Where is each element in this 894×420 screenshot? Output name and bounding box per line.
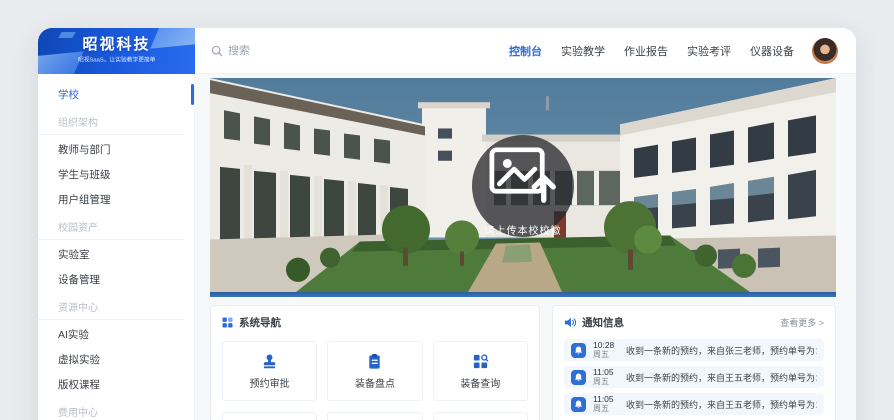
view-more-link[interactable]: 查看更多 >	[780, 316, 824, 329]
tab-instrument-equipment[interactable]: 仪器设备	[750, 43, 794, 59]
tab-experiment-review[interactable]: 实验考评	[687, 43, 731, 59]
nav-card-row-2	[222, 412, 528, 420]
logo-tagline: 昭视SaaS，让实验教学更简单	[78, 56, 155, 64]
upload-image-icon	[472, 135, 574, 215]
sidebar-item-user-groups[interactable]: 用户组管理	[38, 187, 194, 212]
sidebar-section-campus-assets: 校园资产	[38, 219, 184, 240]
sidebar-item-licensed-courses[interactable]: 版权课程	[38, 372, 194, 397]
app-window: 昭视科技 昭视SaaS，让实验教学更简单 控制台 实验教学 作业报告 实验考评	[38, 28, 856, 420]
user-avatar[interactable]	[812, 38, 838, 64]
system-navigation-panel: 系统导航 预约审批	[210, 305, 540, 420]
notification-panel: 通知信息 查看更多 > 10:28 周五 收到一条新的预约	[552, 305, 836, 420]
logo-title: 昭视科技	[82, 37, 150, 54]
card-label: 装备盘点	[355, 375, 395, 390]
sidebar-item-virtual-experiment[interactable]: 虚拟实验	[38, 347, 194, 372]
search-icon	[211, 45, 223, 57]
main-content: 请上传本校校徽 系统导航	[195, 74, 856, 420]
bell-icon	[571, 343, 586, 358]
card-equipment-inventory[interactable]: 装备盘点	[327, 341, 422, 401]
search-input[interactable]	[228, 45, 348, 57]
notification-list: 10:28 周五 收到一条新的预约，来自张三老师，预约单号为：Y-0044，请尽…	[564, 339, 824, 420]
banner-accent-bar	[210, 292, 836, 297]
top-nav-tabs: 控制台 实验教学 作业报告 实验考评 仪器设备	[509, 43, 794, 59]
notification-time: 10:28 周五	[593, 341, 619, 360]
sidebar-item-teachers-departments[interactable]: 教师与部门	[38, 137, 194, 162]
notification-time: 11:05 周五	[593, 368, 619, 387]
tab-homework-report[interactable]: 作业报告	[624, 43, 668, 59]
notification-row[interactable]: 11:05 周五 收到一条新的预约，来自王五老师，预约单号为：Y-0056，请尽…	[564, 393, 824, 415]
upload-hint-label: 请上传本校校徽	[485, 222, 562, 237]
upload-school-badge-button[interactable]: 请上传本校校徽	[472, 135, 574, 237]
grid-icon	[222, 317, 233, 328]
sidebar: 学校 组织架构 教师与部门 学生与班级 用户组管理 校园资产 实验室 设备管理 …	[38, 74, 195, 420]
nav-card-row-1: 预约审批 装备盘点	[222, 341, 528, 401]
sidebar-item-students-classes[interactable]: 学生与班级	[38, 162, 194, 187]
notification-row[interactable]: 11:05 周五 收到一条新的预约，来自王五老师，预约单号为：Y-0056，请尽…	[564, 366, 824, 388]
tab-experiment-teaching[interactable]: 实验教学	[561, 43, 605, 59]
card-equipment-search[interactable]: 装备查询	[433, 341, 528, 401]
tab-console[interactable]: 控制台	[509, 43, 542, 59]
notification-text: 收到一条新的预约，来自张三老师，预约单号为：Y-0044，请尽快处理。	[626, 344, 817, 357]
panel-title: 系统导航	[239, 315, 281, 330]
panel-title: 通知信息	[582, 315, 624, 330]
sidebar-section-resource-center: 资源中心	[38, 299, 184, 320]
speaker-icon	[564, 317, 576, 328]
school-banner-image: 请上传本校校徽	[210, 78, 836, 292]
desktop-background: 昭视科技 昭视SaaS，让实验教学更简单 控制台 实验教学 作业报告 实验考评	[0, 0, 894, 420]
notification-text: 收到一条新的预约，来自王五老师，预约单号为：Y-0056，请尽快处理。	[626, 398, 817, 411]
card-clipped-3[interactable]	[433, 412, 528, 420]
logo-decor-shape	[58, 32, 75, 38]
brand-logo[interactable]: 昭视科技 昭视SaaS，让实验教学更简单	[38, 28, 195, 74]
stamp-icon	[261, 353, 278, 370]
sidebar-section-org: 组织架构	[38, 114, 184, 135]
card-reservation-approval[interactable]: 预约审批	[222, 341, 317, 401]
card-label: 装备查询	[460, 375, 500, 390]
sidebar-section-billing-center: 费用中心	[38, 404, 184, 420]
logo-decor-shape	[150, 28, 195, 49]
sidebar-item-school[interactable]: 学校	[38, 82, 194, 107]
search-box[interactable]	[211, 45, 348, 57]
bell-icon	[571, 397, 586, 412]
notification-time: 11:05 周五	[593, 395, 619, 414]
card-clipped-2[interactable]	[327, 412, 422, 420]
clipboard-icon	[366, 353, 383, 370]
notification-text: 收到一条新的预约，来自王五老师，预约单号为：Y-0056，请尽快处理。	[626, 371, 817, 384]
sidebar-item-ai-experiment[interactable]: AI实验	[38, 322, 194, 347]
top-header: 昭视科技 昭视SaaS，让实验教学更简单 控制台 实验教学 作业报告 实验考评	[38, 28, 856, 74]
logo-decor-shape	[38, 51, 84, 74]
grid-search-icon	[472, 353, 489, 370]
bell-icon	[571, 370, 586, 385]
card-clipped-1[interactable]	[222, 412, 317, 420]
sidebar-item-laboratory[interactable]: 实验室	[38, 242, 194, 267]
notification-row[interactable]: 10:28 周五 收到一条新的预约，来自张三老师，预约单号为：Y-0044，请尽…	[564, 339, 824, 361]
sidebar-item-equipment-mgmt[interactable]: 设备管理	[38, 267, 194, 292]
header-bar: 控制台 实验教学 作业报告 实验考评 仪器设备	[195, 28, 856, 74]
card-label: 预约审批	[250, 375, 290, 390]
